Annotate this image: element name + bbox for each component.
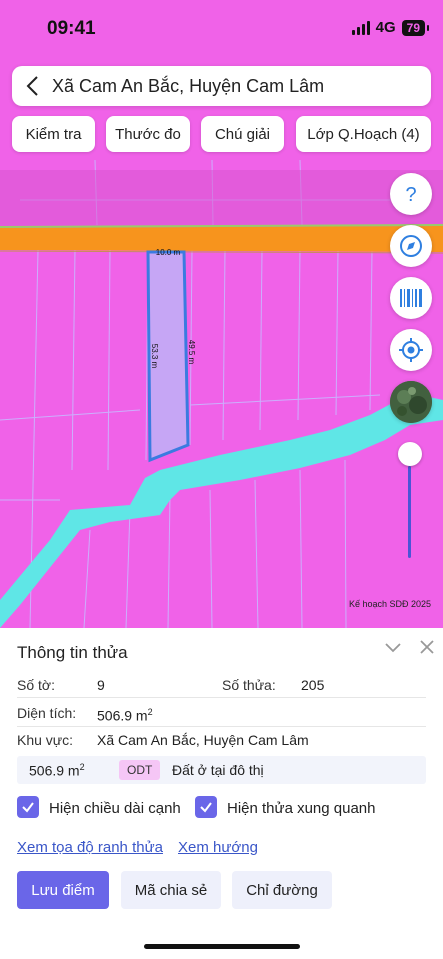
parcel-number: 205 bbox=[301, 677, 325, 693]
map-toolbar: Kiểm tra Thước đo Chú giải Lớp Q.Hoạch (… bbox=[12, 116, 431, 152]
divider bbox=[17, 726, 426, 727]
location-header: Xã Cam An Bắc, Huyện Cam Lâm bbox=[12, 66, 431, 106]
show-neighbors-label[interactable]: Hiện thửa xung quanh bbox=[227, 800, 375, 817]
locate-button[interactable] bbox=[390, 329, 432, 371]
battery-icon: 79 bbox=[401, 19, 430, 36]
view-direction-link[interactable]: Xem hướng bbox=[178, 839, 258, 856]
compass-icon bbox=[400, 235, 422, 257]
share-code-button[interactable]: Mã chia sẻ bbox=[121, 871, 221, 909]
edge-label-left: 53.3 m bbox=[150, 344, 159, 369]
land-use-row: 506.9 m2 ODT Đất ở tại đô thị bbox=[17, 756, 426, 784]
check-icon bbox=[200, 802, 212, 813]
locate-icon bbox=[399, 338, 423, 362]
land-use-code-badge: ODT bbox=[119, 760, 161, 780]
save-point-button[interactable]: Lưu điểm bbox=[17, 871, 109, 909]
satellite-thumbnail-icon bbox=[390, 381, 432, 423]
view-coordinates-link[interactable]: Xem tọa độ ranh thửa bbox=[17, 839, 163, 856]
barcode-icon bbox=[400, 289, 422, 307]
sheet-number: 9 bbox=[97, 677, 105, 693]
area-label: Diện tích: bbox=[17, 705, 77, 721]
show-neighbors-checkbox[interactable] bbox=[195, 796, 217, 818]
sheet-number-label: Số tờ: bbox=[17, 677, 55, 693]
divider bbox=[17, 697, 426, 698]
barcode-button[interactable] bbox=[390, 277, 432, 319]
compass-button[interactable] bbox=[390, 225, 432, 267]
show-edge-length-checkbox[interactable] bbox=[17, 796, 39, 818]
parcel-number-label: Số thửa: bbox=[222, 677, 276, 693]
planning-layer-button[interactable]: Lớp Q.Hoạch (4) bbox=[296, 116, 431, 152]
edge-label-right: 49.5 m bbox=[187, 340, 196, 365]
region-label: Khu vực: bbox=[17, 732, 74, 748]
region-value: Xã Cam An Bắc, Huyện Cam Lâm bbox=[97, 732, 309, 748]
check-icon bbox=[22, 802, 34, 813]
status-bar: 09:41 4G 79 bbox=[0, 0, 443, 56]
show-edge-length-label[interactable]: Hiện chiều dài cạnh bbox=[49, 800, 181, 817]
svg-text:?: ? bbox=[405, 184, 416, 205]
map-credit: Kế hoạch SDĐ 2025 bbox=[348, 599, 431, 609]
parcel-info-sheet: Thông tin thửa Số tờ: 9 Số thửa: 205 Diệ… bbox=[0, 628, 443, 959]
directions-button[interactable]: Chỉ đường bbox=[232, 871, 332, 909]
location-title: Xã Cam An Bắc, Huyện Cam Lâm bbox=[52, 75, 325, 96]
network-type: 4G bbox=[375, 19, 396, 36]
help-button[interactable]: ? bbox=[390, 173, 432, 215]
satellite-toggle[interactable] bbox=[390, 381, 432, 423]
area-value: 506.9 m2 bbox=[97, 707, 153, 724]
edge-label-top: 10.0 m bbox=[156, 248, 181, 257]
sheet-title: Thông tin thửa bbox=[17, 643, 128, 662]
status-time: 09:41 bbox=[47, 18, 96, 39]
close-icon[interactable] bbox=[418, 638, 436, 656]
check-button[interactable]: Kiểm tra bbox=[12, 116, 95, 152]
signal-icon bbox=[351, 20, 370, 35]
opacity-slider-handle[interactable] bbox=[398, 442, 422, 466]
home-indicator bbox=[144, 944, 300, 949]
help-icon: ? bbox=[405, 184, 416, 205]
back-icon[interactable] bbox=[12, 66, 52, 106]
legend-button[interactable]: Chú giải bbox=[201, 116, 284, 152]
measure-button[interactable]: Thước đo bbox=[106, 116, 190, 152]
land-use-description: Đất ở tại đô thị bbox=[172, 762, 264, 778]
chevron-down-icon[interactable] bbox=[384, 638, 402, 656]
opacity-slider-track[interactable] bbox=[408, 466, 411, 558]
land-use-area: 506.9 m2 bbox=[29, 762, 85, 779]
